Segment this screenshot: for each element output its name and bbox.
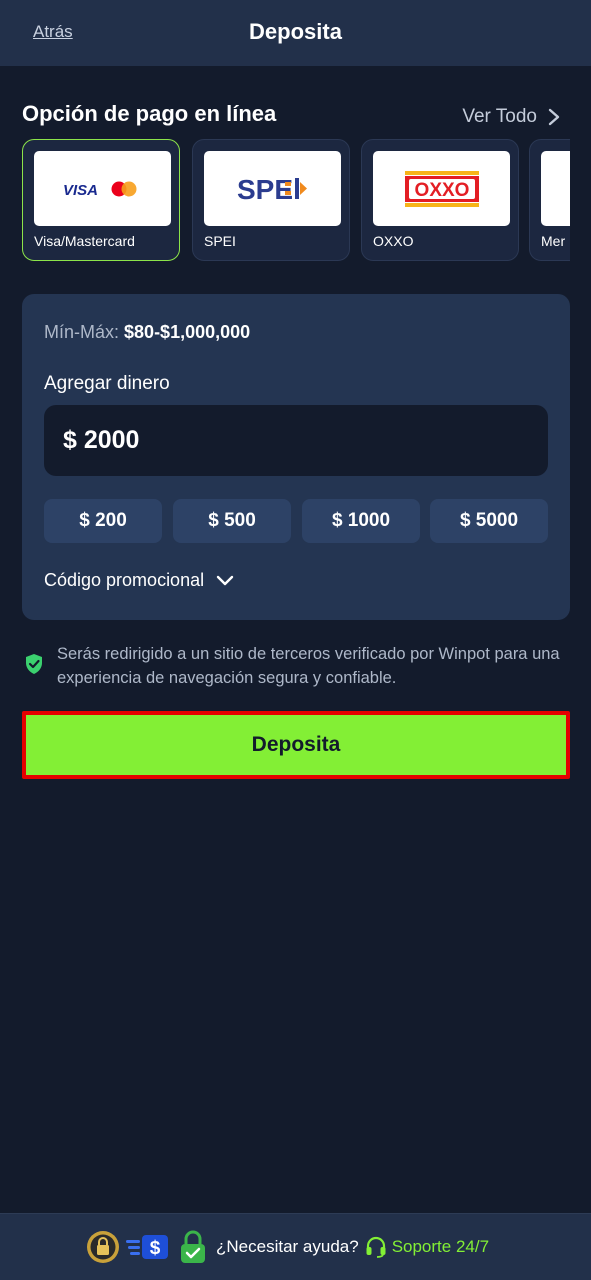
payment-method-label: SPEI — [204, 233, 236, 249]
payment-method-oxxo[interactable]: OXXO OXXO — [361, 139, 519, 261]
add-money-label: Agregar dinero — [44, 373, 170, 394]
help-text: ¿Necesitar ayuda? — [216, 1237, 359, 1256]
oxxo-wordmark: OXXO — [414, 180, 469, 201]
visa-wordmark: VISA — [63, 182, 98, 199]
page-title: Deposita — [249, 19, 342, 44]
fast-payment-icon: $ — [126, 1235, 168, 1259]
svg-text:$: $ — [150, 1238, 161, 1259]
oxxo-icon: OXXO — [404, 170, 479, 207]
quick-amount-200-button[interactable]: $ 200 — [44, 499, 162, 543]
quick-amount-500-button[interactable]: $ 500 — [173, 499, 291, 543]
deposit-button[interactable]: Deposita — [22, 711, 570, 779]
chevron-down-icon — [216, 575, 234, 585]
amount-input[interactable] — [44, 405, 548, 476]
min-max-limits: Mín-Máx: $80-$1,000,000 — [44, 322, 250, 343]
payment-method-partial[interactable]: Mer — [529, 139, 570, 261]
headset-icon — [366, 1236, 386, 1258]
min-max-value: $80-$1,000,000 — [124, 322, 251, 342]
promo-code-label: Código promocional — [44, 570, 205, 590]
view-all-link[interactable]: Ver Todo — [462, 106, 561, 128]
promo-code-toggle[interactable]: Código promocional — [44, 570, 234, 591]
visa-mastercard-icon: VISA — [63, 181, 136, 199]
payment-methods-carousel[interactable]: VISA Visa/Mastercard SPE SPEI OXXO OXXO … — [22, 139, 570, 262]
shield-check-icon — [26, 654, 42, 674]
payment-method-label: OXXO — [373, 233, 414, 249]
quick-amount-5000-button[interactable]: $ 5000 — [430, 499, 548, 543]
min-max-label: Mín-Máx: — [44, 322, 120, 342]
footer-content: $ ¿Necesitar ayuda? Soporte 24/7 — [86, 1230, 489, 1264]
spei-logo: SPE — [204, 151, 341, 226]
payment-method-label: Mer — [541, 233, 566, 249]
quick-amount-row: $ 200 $ 500 $ 1000 $ 5000 — [44, 499, 548, 543]
quick-amount-1000-button[interactable]: $ 1000 — [302, 499, 420, 543]
visa-mastercard-logo: VISA — [34, 151, 171, 226]
payment-method-visa-mastercard[interactable]: VISA Visa/Mastercard — [22, 139, 180, 261]
payment-method-spei[interactable]: SPE SPEI — [192, 139, 350, 261]
redirect-notice-text: Serás redirigido a un sitio de terceros … — [57, 645, 560, 687]
support-link[interactable]: Soporte 24/7 — [365, 1236, 489, 1258]
support-label: Soporte 24/7 — [391, 1237, 490, 1256]
secure-padlock-badge-icon — [87, 1231, 119, 1263]
top-bar: Atrás Deposita — [0, 0, 591, 66]
security-lock-icon — [181, 1230, 205, 1263]
deposit-form-panel: Mín-Máx: $80-$1,000,000 Agregar dinero $… — [22, 294, 570, 620]
payment-section-title: Opción de pago en línea — [22, 101, 277, 126]
view-all-label: Ver Todo — [462, 106, 537, 127]
payment-method-label: Visa/Mastercard — [34, 233, 135, 249]
chevron-right-icon — [548, 108, 560, 126]
footer-bar: $ ¿Necesitar ayuda? Soporte 24/7 — [0, 1213, 591, 1280]
spei-wordmark: SPE — [237, 174, 293, 204]
spei-icon: SPE — [237, 174, 307, 204]
oxxo-logo: OXXO — [373, 151, 510, 226]
partial-method-logo — [541, 151, 570, 226]
